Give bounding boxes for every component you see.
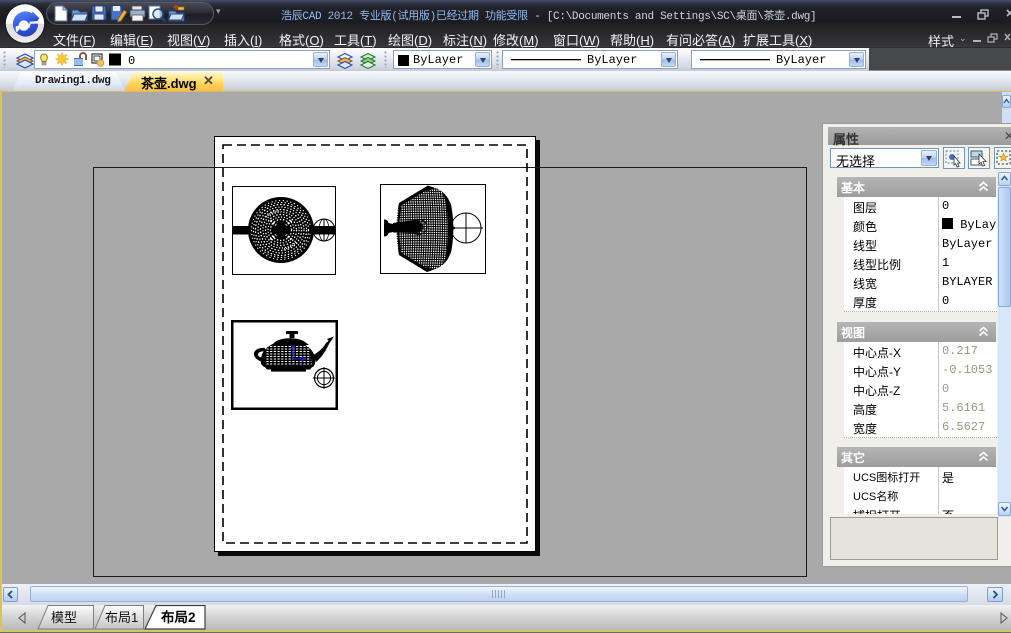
svg-text:0: 0: [128, 54, 135, 68]
svg-text:模型: 模型: [51, 610, 77, 625]
svg-text:布局1: 布局1: [105, 610, 138, 625]
svg-text:布局2: 布局2: [161, 609, 196, 625]
